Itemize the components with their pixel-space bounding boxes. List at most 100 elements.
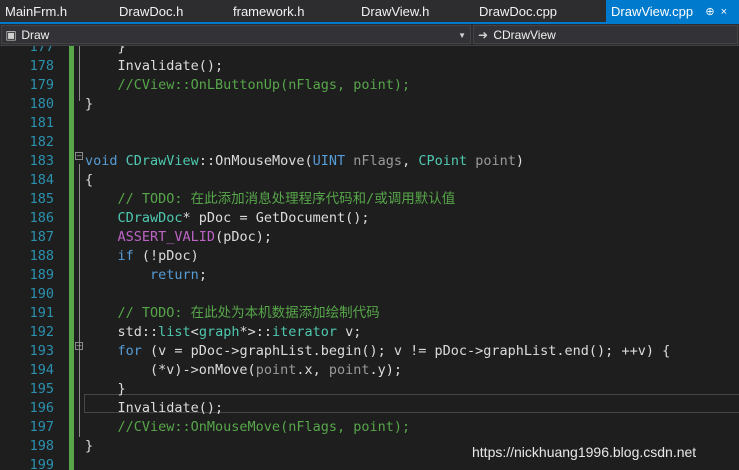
code-line: 188 if (!pDoc) bbox=[0, 247, 739, 266]
tab-drawview-cpp[interactable]: DrawView.cpp ⊕× bbox=[606, 0, 739, 24]
code-token: :: bbox=[198, 153, 216, 169]
code-token: *>:: bbox=[239, 324, 272, 340]
close-icon[interactable]: × bbox=[721, 6, 733, 18]
code-text: ASSERT_VALID(pDoc); bbox=[85, 228, 272, 247]
code-token: { bbox=[85, 172, 94, 188]
code-token: (v = pDoc->graphList.begin(); v != pDoc-… bbox=[141, 343, 671, 359]
tab-drawview-h[interactable]: DrawView.h bbox=[356, 0, 460, 24]
tab-label: DrawDoc.cpp bbox=[479, 4, 558, 19]
line-number: 193 bbox=[29, 343, 54, 359]
code-token: (!pDoc) bbox=[133, 248, 199, 264]
line-number: 196 bbox=[29, 400, 54, 416]
code-text: for (v = pDoc->graphList.begin(); v != p… bbox=[85, 342, 671, 361]
code-text: // TODO: 在此处为本机数据添加绘制代码 bbox=[85, 304, 380, 323]
code-token: nFlags bbox=[353, 153, 403, 169]
line-number: 189 bbox=[29, 267, 54, 283]
line-number: 190 bbox=[29, 286, 54, 302]
tab-label: DrawView.h bbox=[361, 4, 430, 19]
code-text: } bbox=[85, 437, 93, 456]
code-token: point bbox=[255, 362, 297, 378]
code-text: // TODO: 在此添加消息处理程序代码和/或调用默认值 bbox=[85, 190, 456, 209]
code-line: 195 } bbox=[0, 380, 739, 399]
code-line: 193 for (v = pDoc->graphList.begin(); v … bbox=[0, 342, 739, 361]
code-token: point bbox=[475, 153, 516, 169]
code-token: graph bbox=[198, 324, 240, 340]
line-number: 186 bbox=[29, 210, 54, 226]
code-token: UINT bbox=[312, 153, 346, 169]
project-scope-label: Draw bbox=[21, 28, 50, 42]
tab-framework-h[interactable]: framework.h bbox=[228, 0, 346, 24]
code-line: 194 (*v)->onMove(point.x, point.y); bbox=[0, 361, 739, 380]
line-number: 179 bbox=[29, 77, 54, 93]
code-token: ASSERT_VALID bbox=[117, 229, 216, 245]
line-number: 180 bbox=[29, 96, 54, 112]
code-token: ( bbox=[304, 153, 313, 169]
code-text: Invalidate(); bbox=[85, 399, 224, 418]
code-line: 190 bbox=[0, 285, 739, 304]
tab-mainfrm-h[interactable]: MainFrm.h bbox=[0, 0, 96, 24]
code-text: { bbox=[85, 171, 93, 190]
code-token: } bbox=[85, 381, 126, 397]
code-line: 191 // TODO: 在此处为本机数据添加绘制代码 bbox=[0, 304, 739, 323]
code-token: ) bbox=[515, 153, 525, 169]
code-line: 186 CDrawDoc* pDoc = GetDocument(); bbox=[0, 209, 739, 228]
watermark: https://nickhuang1996.blog.csdn.net bbox=[472, 444, 697, 460]
code-token: //CView::OnLButtonUp(nFlags, point); bbox=[85, 77, 411, 93]
code-text: } bbox=[85, 95, 93, 114]
code-token: Invalidate(); bbox=[85, 400, 224, 416]
code-token: , bbox=[402, 153, 419, 169]
code-token: (*v)->onMove( bbox=[85, 362, 256, 378]
tab-drawdoc-h[interactable]: DrawDoc.h bbox=[114, 0, 220, 24]
code-token: // TODO: 在此添加消息处理程序代码和/或调用默认值 bbox=[85, 191, 456, 207]
code-token: ; bbox=[198, 267, 207, 283]
code-line: 182 bbox=[0, 133, 739, 152]
code-text: //CView::OnMouseMove(nFlags, point); bbox=[85, 418, 411, 437]
code-text: //CView::OnLButtonUp(nFlags, point); bbox=[85, 76, 411, 95]
member-scope-dropdown[interactable]: ➜ CDrawView bbox=[473, 25, 738, 44]
tab-drawdoc-cpp[interactable]: DrawDoc.cpp bbox=[474, 0, 594, 24]
code-token: CDrawDoc bbox=[117, 210, 183, 226]
code-token: CDrawView bbox=[125, 153, 199, 169]
line-number: 184 bbox=[29, 172, 54, 188]
code-line: 187 ASSERT_VALID(pDoc); bbox=[0, 228, 739, 247]
chevron-down-icon: ▼ bbox=[458, 31, 466, 40]
code-token: //CView::OnMouseMove(nFlags, point); bbox=[85, 419, 411, 435]
code-token: } bbox=[85, 46, 126, 55]
code-token: * pDoc = GetDocument(); bbox=[182, 210, 370, 226]
code-text: Invalidate(); bbox=[85, 57, 224, 76]
code-token: } bbox=[85, 438, 94, 454]
code-editor[interactable]: – – 177 } 178 Invalidate(); 179 //CView::O… bbox=[0, 46, 739, 470]
code-token: } bbox=[85, 96, 94, 112]
pin-icon[interactable]: ⊕ bbox=[705, 6, 720, 18]
code-line: 192 std::list<graph*>::iterator v; bbox=[0, 323, 739, 342]
tab-label: framework.h bbox=[233, 4, 305, 19]
code-text: } bbox=[85, 46, 126, 57]
line-number: 197 bbox=[29, 419, 54, 435]
code-text: } bbox=[85, 380, 126, 399]
code-text: (*v)->onMove(point.x, point.y); bbox=[85, 361, 402, 380]
tab-label: DrawView.cpp bbox=[611, 4, 694, 19]
tab-label: MainFrm.h bbox=[5, 4, 68, 19]
code-token: OnMouseMove bbox=[215, 153, 305, 169]
code-token: void bbox=[85, 153, 118, 169]
line-number: 191 bbox=[29, 305, 54, 321]
code-token: // TODO: 在此处为本机数据添加绘制代码 bbox=[85, 305, 380, 321]
code-text: std::list<graph*>::iterator v; bbox=[85, 323, 362, 342]
line-number: 188 bbox=[29, 248, 54, 264]
line-number: 182 bbox=[29, 134, 54, 150]
code-line: 189 return; bbox=[0, 266, 739, 285]
line-number: 183 bbox=[29, 153, 54, 169]
code-token: < bbox=[190, 324, 199, 340]
code-token: .x, bbox=[296, 362, 329, 378]
code-token: point bbox=[328, 362, 370, 378]
project-scope-dropdown[interactable]: ▣ Draw ▼ bbox=[1, 25, 471, 44]
line-number: 195 bbox=[29, 381, 54, 397]
code-token: std:: bbox=[85, 324, 159, 340]
code-token: for bbox=[117, 343, 142, 359]
line-number: 198 bbox=[29, 438, 54, 454]
code-token: .y); bbox=[369, 362, 402, 378]
code-line: 178 Invalidate(); bbox=[0, 57, 739, 76]
